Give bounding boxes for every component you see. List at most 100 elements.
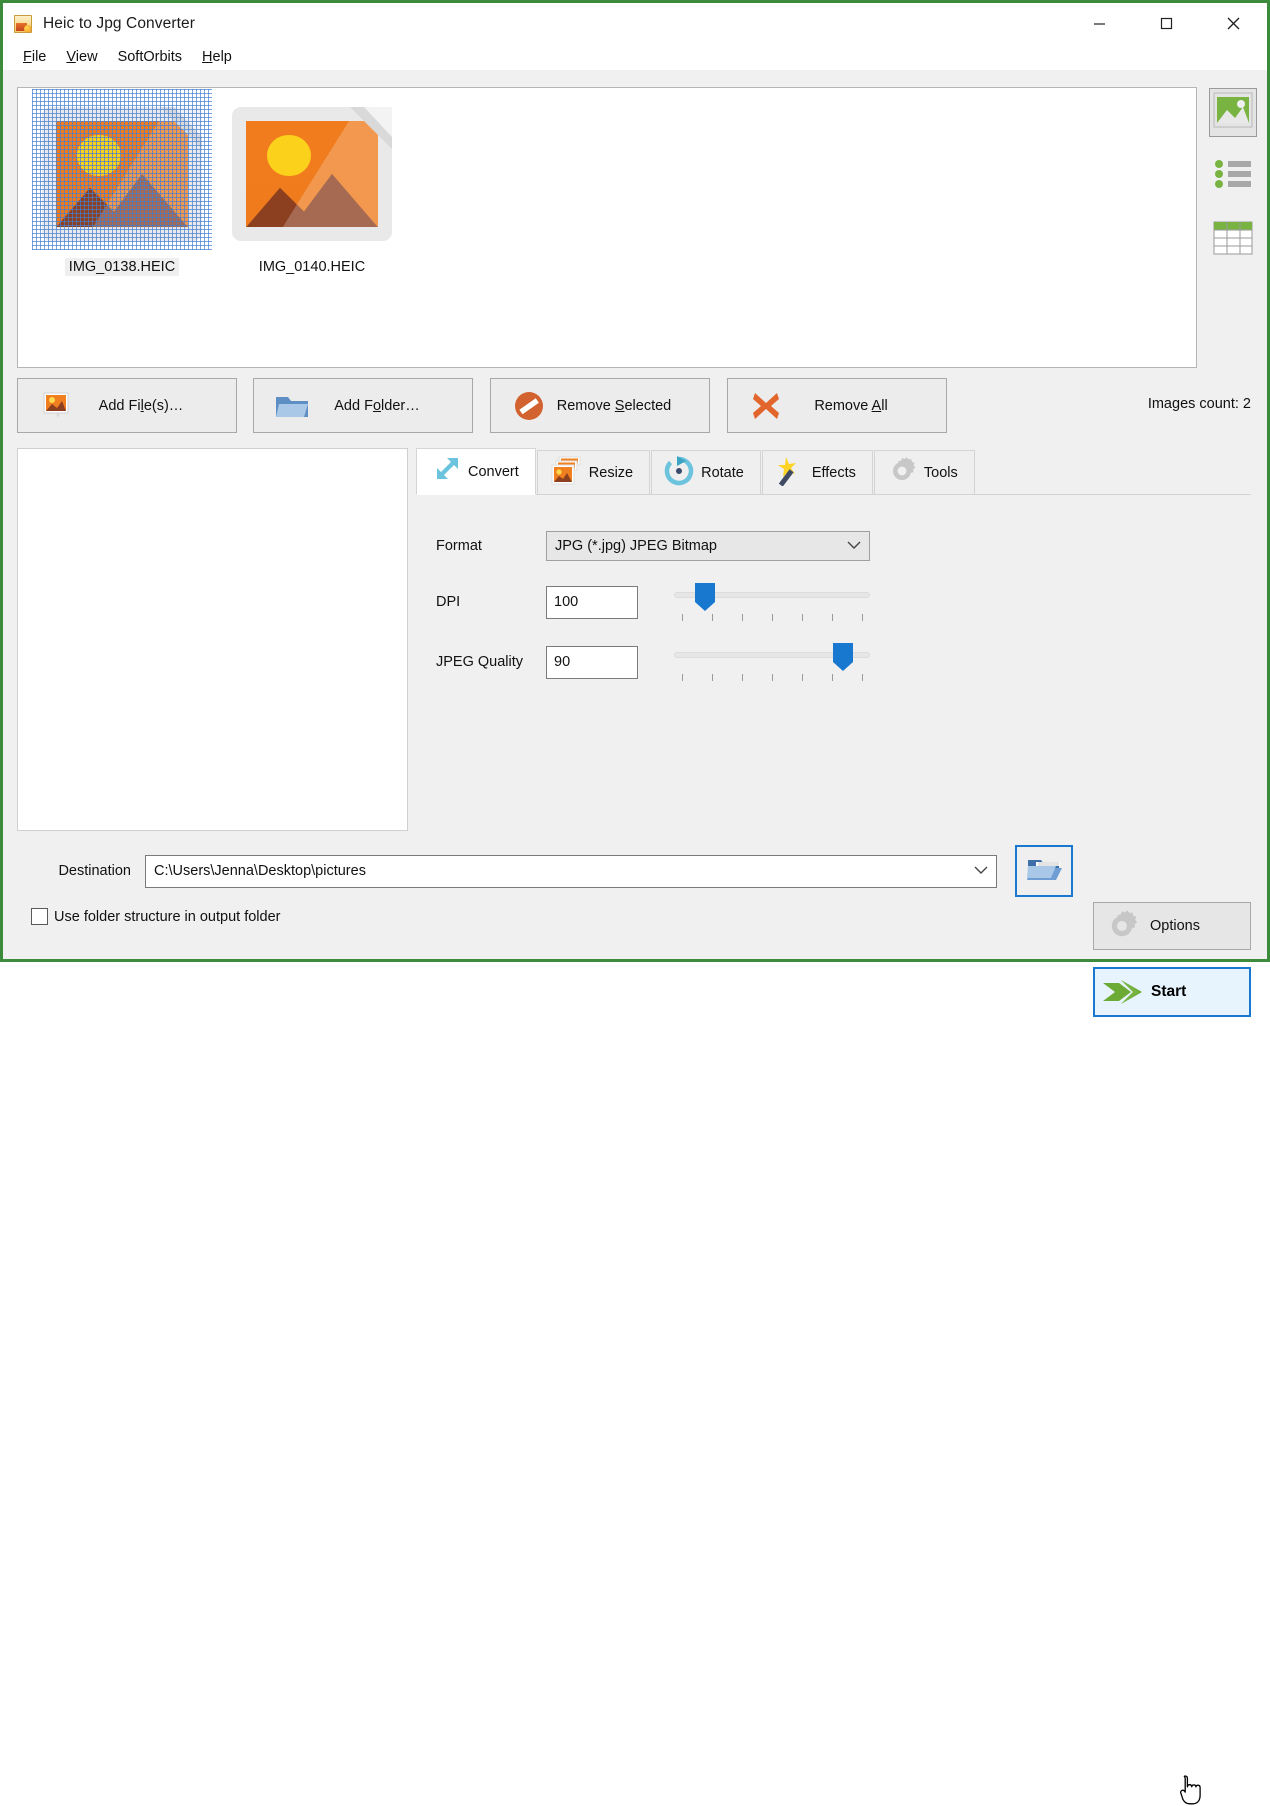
add-image-icon [36, 391, 76, 421]
dpi-label: DPI [436, 594, 461, 610]
thumbnail-view-icon [1213, 92, 1253, 127]
format-value: JPG (*.jpg) JPEG Bitmap [555, 538, 717, 554]
view-mode-details-button[interactable] [1207, 215, 1259, 265]
details-view-icon [1213, 221, 1253, 254]
menu-file[interactable]: File [13, 47, 56, 67]
start-button[interactable]: Start [1093, 967, 1251, 1017]
remove-selected-button[interactable]: Remove Selected [490, 378, 710, 433]
forbidden-icon [509, 390, 549, 422]
caption-buttons [1066, 3, 1267, 44]
browse-folder-button[interactable] [1015, 845, 1073, 897]
thumbnail-item-0[interactable]: IMG_0138.HEIC [32, 89, 212, 276]
gear-icon [887, 456, 917, 490]
folder-structure-checkbox[interactable] [31, 908, 48, 925]
quality-value: 90 [554, 654, 571, 670]
remove-all-label: Remove All [814, 397, 888, 414]
tab-area: Convert Resize Rotate Effects Tools Form… [416, 448, 1251, 840]
quality-slider-thumb[interactable] [833, 643, 853, 671]
chevron-down-icon [847, 538, 861, 554]
thumbnail-image-0 [32, 89, 212, 250]
app-window: Heic to Jpg Converter File View SoftOrbi… [0, 0, 1270, 1805]
add-files-button[interactable]: Add File(s)… [17, 378, 237, 433]
images-stack-icon [550, 456, 582, 490]
action-buttons: Add File(s)… Add Folder… Remove Selected… [17, 378, 1257, 434]
folder-structure-row[interactable]: Use folder structure in output folder [17, 908, 1251, 925]
resize-arrows-icon [429, 455, 461, 489]
format-label: Format [436, 538, 482, 554]
tab-resize[interactable]: Resize [536, 450, 651, 495]
dpi-row: DPI 100 [416, 583, 1251, 621]
start-label: Start [1151, 983, 1187, 1000]
dpi-value: 100 [554, 594, 579, 610]
format-row: Format JPG (*.jpg) JPEG Bitmap [416, 531, 1251, 561]
thumbnail-label-0: IMG_0138.HEIC [64, 258, 180, 276]
main-body: IMG_0138.HEIC IMG_0140.HEIC Add File(s)…… [3, 70, 1267, 1805]
quality-slider[interactable] [674, 643, 870, 681]
menu-bar: File View SoftOrbits Help [3, 44, 1267, 70]
add-folder-button[interactable]: Add Folder… [253, 378, 473, 433]
preview-pane[interactable] [17, 448, 408, 831]
thumbnail-image-1 [222, 98, 402, 250]
minimize-button[interactable] [1066, 3, 1133, 44]
maximize-button[interactable] [1133, 3, 1200, 44]
tab-tools-label: Tools [923, 464, 958, 481]
options-button[interactable]: Options [1093, 902, 1251, 950]
destination-row: Destination C:\Users\Jenna\Desktop\pictu… [17, 845, 1251, 897]
thumbnail-strip: IMG_0138.HEIC IMG_0140.HEIC [17, 87, 1197, 368]
tab-resize-label: Resize [588, 464, 634, 481]
menu-softorbits[interactable]: SoftOrbits [108, 47, 192, 67]
open-folder-icon [1026, 854, 1062, 889]
magic-wand-icon [775, 456, 805, 490]
green-arrow-icon [1095, 977, 1151, 1007]
images-count-label: Images count: 2 [1147, 396, 1251, 412]
tab-tools[interactable]: Tools [873, 450, 975, 495]
quality-row: JPEG Quality 90 [416, 643, 1251, 681]
close-button[interactable] [1200, 3, 1267, 44]
red-x-icon [746, 390, 786, 422]
thumbnail-item-1[interactable]: IMG_0140.HEIC [222, 98, 402, 276]
tab-rotate[interactable]: Rotate [651, 450, 761, 495]
destination-input[interactable]: C:\Users\Jenna\Desktop\pictures [145, 854, 997, 888]
tab-strip: Convert Resize Rotate Effects Tools [416, 448, 1251, 495]
destination-label: Destination [58, 863, 131, 879]
options-label: Options [1150, 918, 1200, 934]
dpi-slider-ticks [674, 614, 870, 621]
dpi-slider-thumb[interactable] [695, 583, 715, 611]
menu-view[interactable]: View [56, 47, 107, 67]
tab-effects[interactable]: Effects [761, 450, 873, 495]
remove-selected-label: Remove Selected [556, 397, 672, 414]
gear-icon [1094, 909, 1150, 943]
app-icon [14, 14, 32, 33]
tab-convert[interactable]: Convert [416, 448, 536, 495]
add-folder-label: Add Folder… [334, 397, 420, 414]
lower-area: Convert Resize Rotate Effects Tools Form… [17, 448, 1251, 840]
bottom-bar: Destination C:\Users\Jenna\Desktop\pictu… [17, 845, 1251, 1805]
quality-label: JPEG Quality [436, 654, 524, 670]
thumbnail-list[interactable]: IMG_0138.HEIC IMG_0140.HEIC [17, 87, 1197, 368]
chevron-down-icon[interactable] [974, 863, 988, 879]
view-mode-buttons [1207, 87, 1259, 265]
format-select[interactable]: JPG (*.jpg) JPEG Bitmap [546, 531, 870, 561]
folder-structure-label: Use folder structure in output folder [54, 908, 281, 925]
mouse-cursor [1180, 1775, 1201, 1805]
menu-help[interactable]: Help [192, 47, 242, 67]
rotate-icon [664, 455, 694, 490]
quality-slider-ticks [674, 674, 870, 681]
tab-effects-label: Effects [811, 464, 856, 481]
folder-icon [272, 392, 312, 420]
quality-input[interactable]: 90 [546, 645, 638, 679]
tab-convert-label: Convert [468, 463, 519, 480]
view-mode-thumbnail-button[interactable] [1207, 87, 1259, 137]
destination-value: C:\Users\Jenna\Desktop\pictures [154, 863, 366, 879]
remove-all-button[interactable]: Remove All [727, 378, 947, 433]
dpi-input[interactable]: 100 [546, 585, 638, 619]
view-mode-list-button[interactable] [1207, 151, 1259, 201]
convert-panel: Format JPG (*.jpg) JPEG Bitmap DPI 100 J… [416, 494, 1251, 840]
thumbnail-label-1: IMG_0140.HEIC [258, 259, 366, 275]
add-files-label: Add File(s)… [98, 397, 184, 414]
title-bar: Heic to Jpg Converter [3, 3, 1267, 44]
window-title: Heic to Jpg Converter [43, 14, 195, 32]
tab-rotate-label: Rotate [701, 464, 744, 481]
list-view-icon [1215, 159, 1251, 188]
dpi-slider[interactable] [674, 583, 870, 621]
